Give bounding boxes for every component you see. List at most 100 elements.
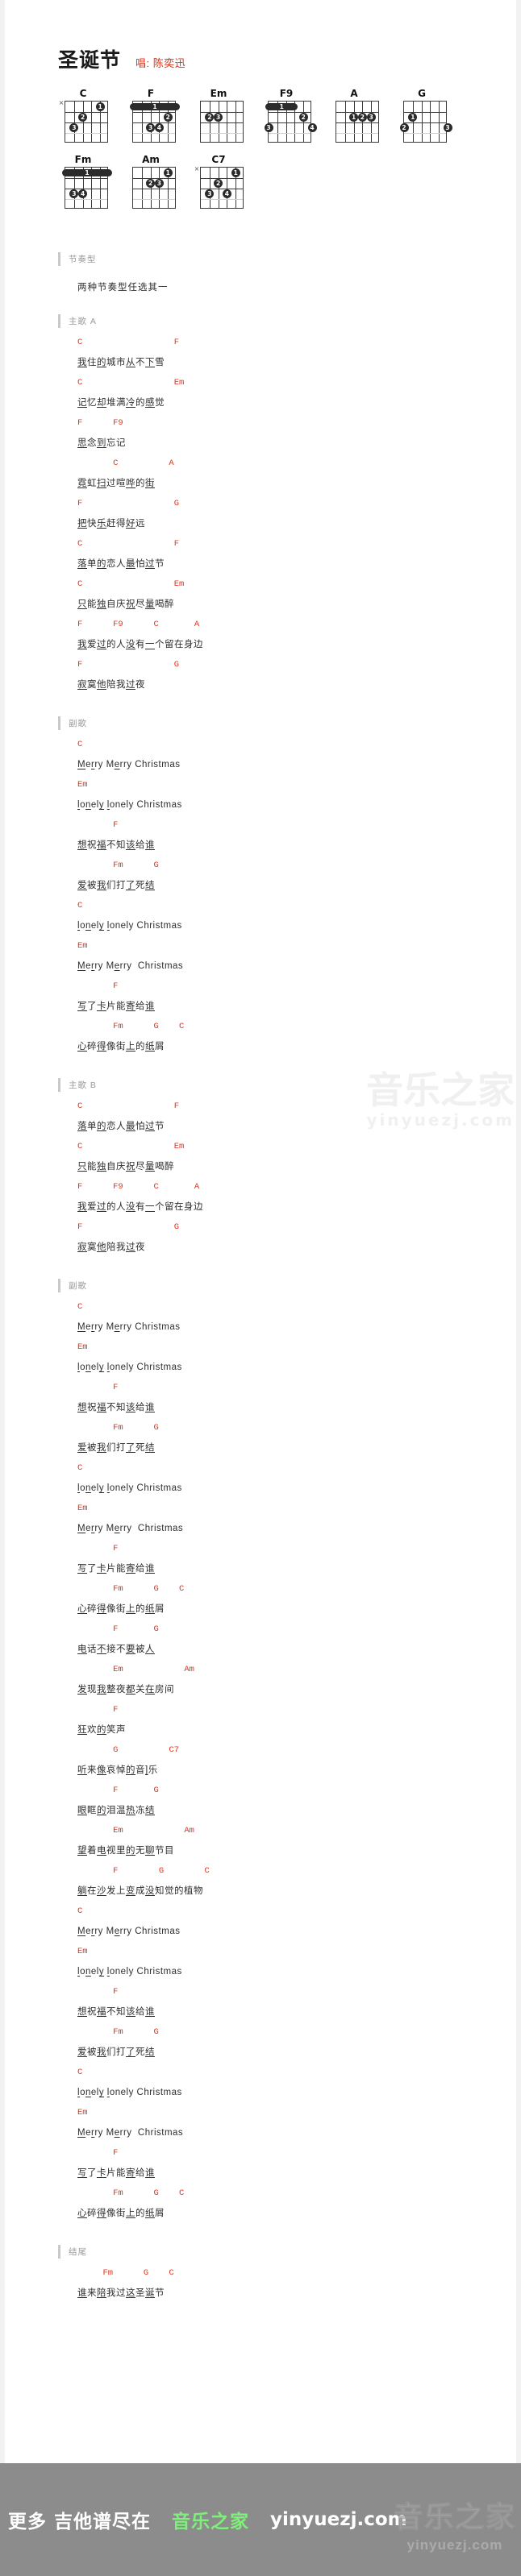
chord-name: C7 xyxy=(211,154,226,165)
string-line xyxy=(73,102,75,142)
chord-sheet-page: 圣诞节 唱: 陈奕迅 C × 1 2 3 F 1 2 3 4 Em 2 3 F9 1 2 3 4 A 1 2 3 G 1 2 3 … xyxy=(0,0,521,2576)
lyric-line: 寂寞他陪我过夜 xyxy=(77,675,521,695)
lyric-line: 只能独自庆祝尽量喝醉 xyxy=(77,1157,521,1177)
barre-marker: 1 xyxy=(62,169,112,176)
chord-symbols: Fm G xyxy=(77,1423,159,1433)
chord-line: Em xyxy=(77,1338,521,1358)
chord-line: Fm G xyxy=(77,856,521,876)
chord-line: F F9 xyxy=(77,413,521,433)
finger-dot: 2 xyxy=(78,113,88,122)
page-edge-left xyxy=(0,0,5,2576)
fret-line xyxy=(269,122,311,123)
footer-watermark-stamp: 音乐之家 yinyuezj.com xyxy=(393,2494,516,2553)
chord-line: F xyxy=(77,2143,521,2163)
chord-diagram-g: G 12 3 xyxy=(397,88,452,143)
lyric-text: 寂寞他陪我过夜 xyxy=(77,680,145,690)
section-header-3: 主歌 B xyxy=(58,1078,521,1092)
finger-dot: 4 xyxy=(78,189,88,198)
chord-symbols: C F xyxy=(77,338,180,347)
chord-line: Em xyxy=(77,936,521,956)
chord-symbols: Em Am xyxy=(77,1826,194,1836)
lyric-line: 霓虹扫过喧哗的街 xyxy=(77,474,521,494)
fretboard-grid: 12 3 4 xyxy=(264,101,317,143)
chord-symbols: F xyxy=(77,1383,119,1392)
lyric-text: 我爱过的人没有一个留在身边 xyxy=(77,1202,203,1212)
string-line xyxy=(362,102,364,142)
lyric-text: 躺在沙发上变成没知觉的植物 xyxy=(77,1886,203,1896)
chord-diagram-c7: C7 × 1 2 3 4 xyxy=(194,154,244,209)
chord-symbols: C xyxy=(77,740,83,749)
chord-symbols: C F xyxy=(77,539,180,549)
chord-line: Fm G C xyxy=(77,2263,521,2284)
chord-line: F xyxy=(77,1982,521,2002)
chord-line: Em Am xyxy=(77,1660,521,1680)
chord-symbols: F G xyxy=(77,660,180,670)
string-line xyxy=(303,102,305,142)
chord-line: F G xyxy=(77,1620,521,1640)
fret-line xyxy=(404,133,446,134)
chord-row-2: Fm 1 3 4 Am 1 2 3 C7 × 1 2 3 4 xyxy=(58,154,521,209)
mute-marker-icon: × xyxy=(58,99,65,106)
finger-dot: 4 xyxy=(222,189,231,198)
chord-line: C xyxy=(77,1297,521,1317)
lyric-line: 写了卡片能寄给谁 xyxy=(77,997,521,1017)
footer-url: yinyuezj.com xyxy=(270,2509,407,2530)
chord-symbols: C Em xyxy=(77,1142,185,1151)
section-title: 副歌 xyxy=(69,719,87,728)
fret-line xyxy=(269,133,311,134)
fret-line xyxy=(65,178,107,179)
section-header-4: 副歌 xyxy=(58,1279,521,1292)
finger-dot: 3 xyxy=(205,189,215,198)
string-line xyxy=(421,102,423,142)
chord-grid-wrap: 123 xyxy=(126,167,176,209)
section-note: 两种节奏型任选其一 xyxy=(77,283,169,292)
string-line xyxy=(344,102,346,142)
chord-diagram-am: Am 1 2 3 xyxy=(126,154,176,209)
section-header-0: 节奏型 xyxy=(58,252,521,266)
lyric-line: lonely lonely Christmas xyxy=(77,1962,521,1982)
chord-line: C F xyxy=(77,333,521,353)
lyric-text: 想祝福不知该给谁 xyxy=(77,2007,155,2017)
lyric-text: Merry Merry Christmas xyxy=(77,961,184,971)
chord-symbols: F G xyxy=(77,1222,180,1232)
mute-marker-icon: × xyxy=(194,165,200,172)
footer-stamp-brand: 音乐之家 xyxy=(393,2501,516,2535)
chord-line: C xyxy=(77,896,521,916)
string-line xyxy=(371,102,373,142)
lyric-line: 发现我整夜都关在房间 xyxy=(77,1680,521,1700)
footer-stamp-url: yinyuezj.com xyxy=(406,2537,503,2553)
chord-symbols: F G xyxy=(77,1786,159,1795)
lyric-text: Merry Merry Christmas xyxy=(77,1927,181,1936)
chord-line: F G xyxy=(77,1217,521,1238)
lyric-line: 眼眶的泪温热冻结 xyxy=(77,1801,521,1821)
finger-dot: 3 xyxy=(443,123,452,132)
fret-line xyxy=(133,122,175,123)
chord-line: F G xyxy=(77,655,521,675)
fret-line xyxy=(201,199,243,200)
chord-line: Fm G C xyxy=(77,1579,521,1599)
chord-grid-wrap: × 1 2 3 4 xyxy=(194,165,244,209)
lyric-text: 想祝福不知该给谁 xyxy=(77,1403,155,1412)
chord-line: Em Am xyxy=(77,1821,521,1841)
chord-line: F xyxy=(77,1700,521,1720)
lyric-text: 我住的城市从不下雪 xyxy=(77,358,165,367)
section-accent-bar xyxy=(58,2245,60,2259)
lyric-text: 想祝福不知该给谁 xyxy=(77,840,155,850)
chord-symbols: F xyxy=(77,820,119,830)
finger-dot: 2 xyxy=(298,113,308,122)
lyric-line: lonely lonely Christmas xyxy=(77,1358,521,1378)
string-line xyxy=(412,102,414,142)
lyric-line: 谁来陪我过这圣诞节 xyxy=(77,2284,521,2304)
chord-symbols: Fm G xyxy=(77,861,159,870)
string-line xyxy=(91,102,93,142)
lyric-text: 听来像哀悼的音]乐 xyxy=(77,1765,158,1775)
chord-line: Fm G xyxy=(77,1418,521,1438)
section-header-5: 结尾 xyxy=(58,2245,521,2259)
chord-line: F xyxy=(77,815,521,836)
section-accent-bar xyxy=(58,252,60,266)
chord-line: Fm G C xyxy=(77,2184,521,2204)
chord-line: F G C xyxy=(77,1861,521,1881)
lyric-line: 想祝福不知该给谁 xyxy=(77,1398,521,1418)
lyric-text: 落单的恋人最怕过节 xyxy=(77,559,165,569)
finger-dot: 1 xyxy=(163,168,173,177)
